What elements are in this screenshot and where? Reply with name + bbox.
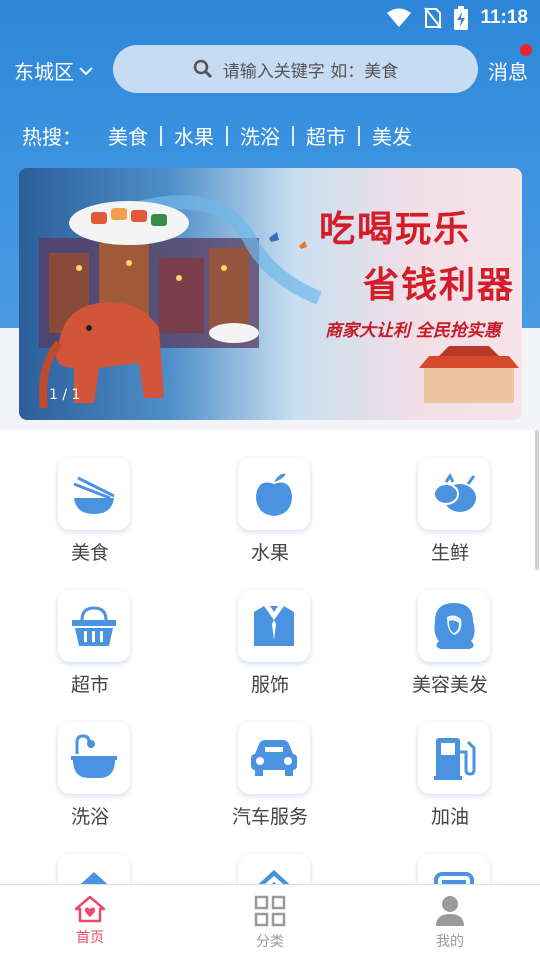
category-food[interactable]: 美食 [0, 430, 180, 564]
category-fresh[interactable]: 生鲜 [360, 430, 540, 564]
category-tile [418, 854, 490, 885]
tab-home[interactable]: 首页 [0, 885, 180, 960]
banner-title: 省钱利器 [363, 265, 516, 306]
hot-search-item[interactable]: 美发 [360, 121, 424, 150]
category-tile [418, 722, 490, 794]
car-icon [251, 740, 297, 776]
category-tile [238, 722, 310, 794]
search-icon [193, 59, 212, 79]
house-icon [79, 872, 109, 885]
category-tile [238, 590, 310, 662]
hot-search-bar: 热搜： 美食 水果 洗浴 超市 美发 [22, 121, 424, 150]
tab-label: 首页 [76, 930, 104, 946]
home-heart-icon [74, 895, 106, 923]
wifi-icon [387, 8, 412, 27]
category-tile [58, 854, 130, 885]
city-label: 东城区 [14, 60, 74, 84]
category-tile [238, 854, 310, 885]
category-label: 美容美发 [411, 674, 488, 696]
category-tile [418, 590, 490, 662]
scrollbar[interactable] [535, 430, 539, 570]
category-tile [58, 458, 130, 530]
unread-badge [520, 44, 532, 56]
hot-search-item[interactable]: 美食 [108, 121, 160, 150]
bottom-navigation: 首页 分类 我的 [0, 884, 540, 960]
category-tile [418, 458, 490, 530]
banner-subtitle: 商家大让利 全民抢实惠 [325, 321, 501, 341]
category-clothing[interactable]: 服饰 [180, 562, 360, 696]
tab-categories[interactable]: 分类 [180, 885, 360, 960]
banner-title: 吃喝玩乐 [319, 209, 472, 250]
search-input[interactable]: 请输入关键字 如：美食 [113, 45, 478, 93]
search-placeholder: 请输入关键字 如：美食 [222, 61, 399, 82]
roof-icon [257, 870, 291, 885]
category-label: 加油 [430, 806, 469, 828]
category-tile [238, 458, 310, 530]
category-tile [58, 590, 130, 662]
category-label: 超市 [70, 674, 109, 696]
bowl-chopsticks-icon [73, 476, 115, 514]
category-label: 服饰 [250, 674, 289, 696]
banner-page-indicator: 1 / 1 [49, 387, 81, 403]
hot-search-item[interactable]: 洗浴 [228, 121, 292, 150]
messages-button[interactable]: 消息 [488, 56, 528, 85]
appliance-icon [434, 872, 474, 885]
hot-search-item[interactable]: 水果 [162, 121, 226, 150]
city-selector[interactable]: 东城区 [14, 56, 94, 85]
clock: 11:18 [480, 7, 528, 28]
category-building[interactable] [180, 826, 360, 885]
vegetables-icon [433, 473, 476, 512]
tab-label: 我的 [436, 934, 464, 950]
category-bath[interactable]: 洗浴 [0, 694, 180, 828]
top-bar: 东城区 请输入关键字 如：美食 消息 [0, 44, 540, 94]
category-label: 汽车服务 [231, 806, 308, 828]
basket-icon [72, 606, 116, 646]
user-icon [436, 896, 464, 926]
tab-label: 分类 [256, 934, 284, 950]
promo-banner[interactable]: 吃喝玩乐 省钱利器 商家大让利 全民抢实惠 1 / 1 [19, 168, 522, 420]
grid-icon [254, 895, 286, 927]
status-bar: 11:18 [0, 0, 540, 36]
category-grid: 美食 水果 生鲜 超市 服饰 美容美发 洗浴 汽车服务 加油 [0, 430, 540, 885]
category-label: 水果 [250, 542, 289, 564]
no-sim-icon [424, 7, 443, 29]
category-label: 生鲜 [430, 542, 469, 564]
bathtub-icon [71, 734, 117, 778]
category-appliance[interactable] [360, 826, 540, 885]
category-fuel[interactable]: 加油 [360, 694, 540, 828]
category-fruit[interactable]: 水果 [180, 430, 360, 564]
category-beauty-hair[interactable]: 美容美发 [360, 562, 540, 696]
hot-search-label: 热搜： [22, 125, 82, 149]
hot-search-item[interactable]: 超市 [294, 121, 358, 150]
woman-hair-icon [434, 603, 475, 649]
category-home[interactable] [0, 826, 180, 885]
battery-charging-icon [454, 6, 469, 30]
gas-pump-icon [434, 738, 476, 780]
category-supermarket[interactable]: 超市 [0, 562, 180, 696]
category-car-service[interactable]: 汽车服务 [180, 694, 360, 828]
category-label: 美食 [70, 542, 109, 564]
tab-profile[interactable]: 我的 [360, 885, 540, 960]
apple-icon [256, 473, 292, 516]
chevron-down-icon [79, 66, 93, 75]
category-label: 洗浴 [70, 806, 109, 828]
category-tile [58, 722, 130, 794]
suit-icon [254, 606, 294, 646]
